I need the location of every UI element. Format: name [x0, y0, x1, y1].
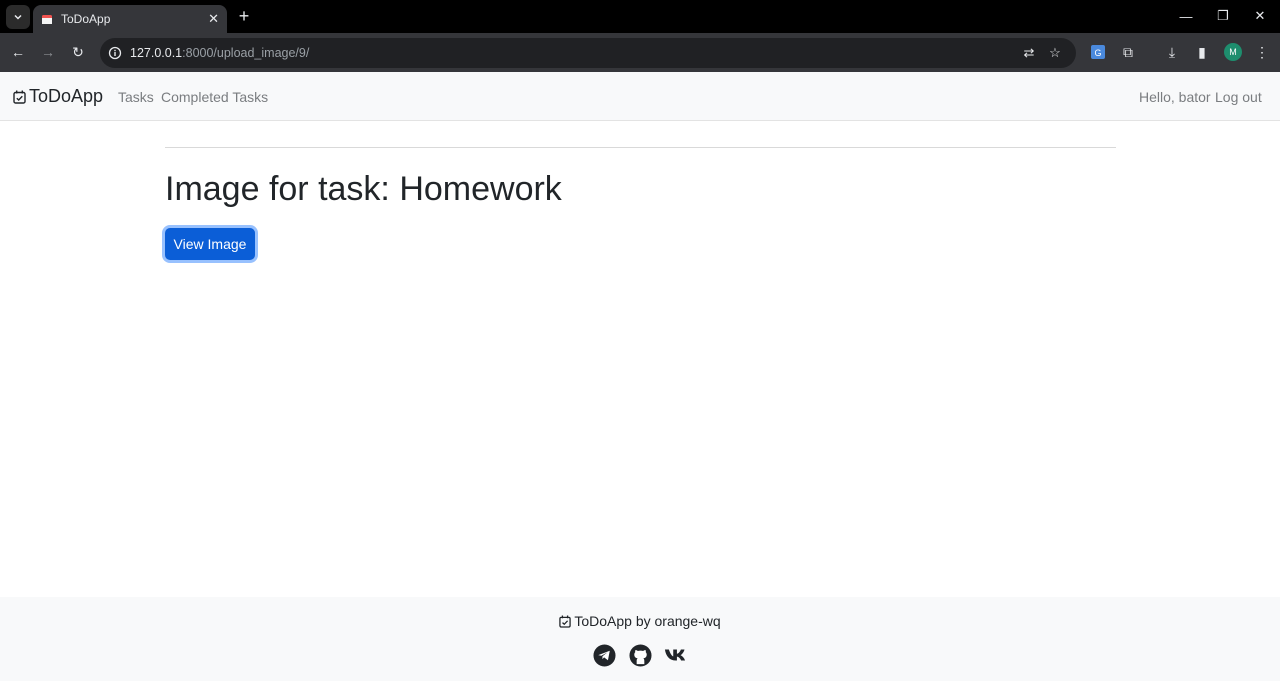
nav-link-completed-tasks[interactable]: Completed Tasks: [161, 89, 268, 105]
translate-icon[interactable]: ⇄: [1020, 44, 1038, 62]
menu-kebab-icon[interactable]: ⋮: [1251, 41, 1273, 63]
telegram-icon[interactable]: [592, 643, 616, 667]
extensions-puzzle-icon[interactable]: ⧉: [1117, 41, 1139, 63]
brand-text: ToDoApp: [29, 86, 104, 106]
url-text: 127.0.0.1:8000/upload_image/9/: [130, 46, 309, 60]
logout-link[interactable]: Log out: [1215, 89, 1262, 105]
site-info-icon[interactable]: [108, 46, 122, 60]
url-path: :8000/upload_image/9/: [182, 46, 310, 60]
chevron-down-icon: [14, 14, 22, 20]
profile-avatar[interactable]: M: [1224, 43, 1242, 61]
browser-toolbar: ← → ↻ 127.0.0.1:8000/upload_image/9/ ⇄ ☆…: [0, 33, 1280, 72]
page-title: Image for task: Homework: [165, 170, 562, 208]
address-bar[interactable]: 127.0.0.1:8000/upload_image/9/ ⇄ ☆: [100, 38, 1076, 68]
user-greeting: Hello, bator: [1139, 89, 1211, 105]
url-host: 127.0.0.1: [130, 46, 183, 60]
vk-icon[interactable]: [664, 643, 688, 667]
calendar-favicon-icon: [42, 15, 52, 24]
bookmark-star-icon[interactable]: ☆: [1046, 44, 1064, 62]
view-image-button[interactable]: View Image: [165, 228, 255, 260]
close-window-button[interactable]: ✕: [1245, 6, 1275, 26]
tab-title: ToDoApp: [61, 12, 111, 26]
side-panel-icon[interactable]: ▮: [1191, 41, 1213, 63]
social-links: [0, 643, 1280, 667]
browser-tab[interactable]: ToDoApp ✕: [33, 5, 227, 33]
forward-button[interactable]: →: [37, 41, 59, 63]
calendar-check-icon: [559, 615, 572, 628]
minimize-button[interactable]: —: [1171, 6, 1201, 26]
app-navbar: ToDoApp Tasks Completed Tasks Hello, bat…: [0, 72, 1280, 121]
footer-text: ToDoApp by orange-wq: [574, 613, 721, 629]
brand-link[interactable]: ToDoApp: [13, 86, 103, 107]
back-button[interactable]: ←: [7, 41, 29, 63]
translate-extension-icon[interactable]: G: [1087, 41, 1109, 63]
download-icon[interactable]: ⤓: [1161, 41, 1183, 63]
nav-link-tasks[interactable]: Tasks: [118, 89, 154, 105]
restore-button[interactable]: ❐: [1208, 6, 1238, 26]
close-tab-icon[interactable]: ✕: [208, 11, 219, 27]
svg-text:G: G: [1094, 48, 1101, 58]
tab-search-button[interactable]: [6, 5, 30, 29]
reload-button[interactable]: ↻: [67, 41, 89, 63]
footer: ToDoApp by orange-wq: [0, 597, 1280, 681]
new-tab-button[interactable]: +: [234, 6, 254, 26]
calendar-check-icon: [13, 90, 26, 104]
divider: [165, 147, 1116, 148]
footer-credit: ToDoApp by orange-wq: [0, 613, 1280, 629]
github-icon[interactable]: [628, 643, 652, 667]
browser-tabstrip: ToDoApp ✕ + — ❐ ✕: [0, 0, 1280, 33]
